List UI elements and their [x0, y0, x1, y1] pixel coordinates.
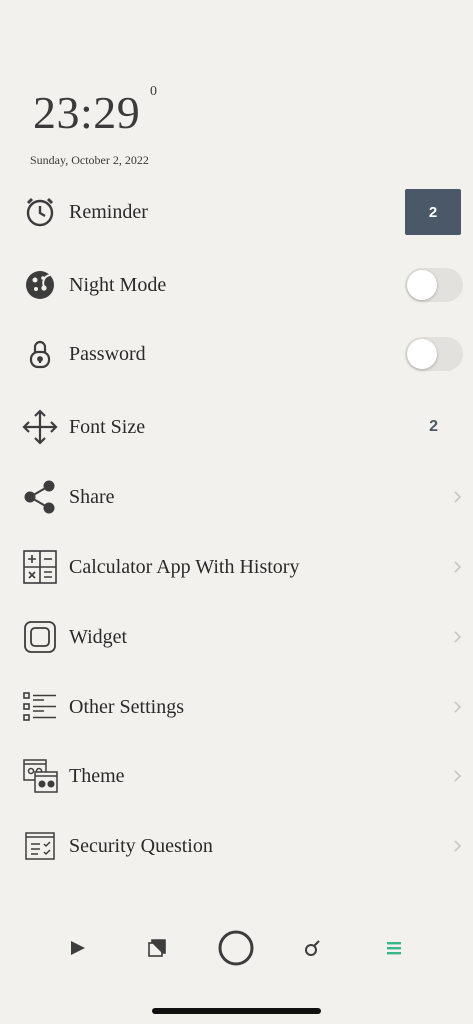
date-label: Sunday, October 2, 2022 [30, 153, 149, 167]
reminder-label: Reminder [69, 200, 148, 223]
play-icon[interactable] [48, 918, 108, 978]
other-settings-row[interactable]: Other Settings [0, 677, 473, 737]
share-row[interactable]: Share [0, 467, 473, 527]
font-size-label: Font Size [69, 415, 146, 438]
copy-icon[interactable] [127, 918, 187, 978]
alarm-clock-icon [22, 194, 58, 230]
settings-screen: 23:29 0 Sunday, October 2, 2022 Reminder… [0, 0, 473, 1024]
clock-time: 23:29 [33, 87, 141, 138]
night-mode-toggle[interactable] [405, 268, 463, 302]
reminder-row[interactable]: Reminder 2 [0, 182, 473, 242]
bottom-navigation [0, 918, 473, 978]
chevron-right-icon [454, 701, 462, 713]
toggle-knob [407, 339, 437, 369]
night-mode-row[interactable]: Night Mode [0, 255, 473, 315]
widget-icon [22, 619, 58, 655]
theme-label: Theme [69, 764, 125, 787]
font-size-row[interactable]: Font Size 2 [0, 397, 473, 457]
circle-icon[interactable] [206, 918, 266, 978]
calculator-icon [22, 549, 58, 585]
security-checklist-icon [22, 828, 58, 864]
theme-icon [22, 758, 58, 794]
widget-row[interactable]: Widget [0, 607, 473, 667]
password-row[interactable]: Password [0, 324, 473, 384]
theme-row[interactable]: Theme [0, 746, 473, 806]
clock-superscript: 0 [150, 84, 157, 99]
toggle-knob [407, 270, 437, 300]
night-mode-label: Night Mode [69, 273, 167, 296]
font-size-value: 2 [429, 418, 438, 435]
chevron-right-icon [454, 840, 462, 852]
other-settings-label: Other Settings [69, 695, 184, 718]
chevron-right-icon [454, 491, 462, 503]
key-icon[interactable] [283, 918, 343, 978]
chevron-right-icon [454, 631, 462, 643]
share-icon [22, 479, 58, 515]
lock-icon [22, 336, 58, 372]
security-question-label: Security Question [69, 834, 213, 857]
calculator-row[interactable]: Calculator App With History [0, 537, 473, 597]
share-label: Share [69, 485, 115, 508]
widget-label: Widget [69, 625, 128, 648]
chevron-right-icon [454, 770, 462, 782]
password-label: Password [69, 342, 146, 365]
password-toggle[interactable] [405, 337, 463, 371]
home-indicator[interactable] [152, 1008, 321, 1014]
chevron-right-icon [454, 561, 462, 573]
calculator-label: Calculator App With History [69, 555, 300, 578]
menu-icon[interactable] [364, 918, 424, 978]
moon-cookie-icon [22, 267, 58, 303]
security-question-row[interactable]: Security Question [0, 816, 473, 876]
reminder-count-badge[interactable]: 2 [405, 189, 461, 235]
move-arrows-icon [22, 409, 58, 445]
list-settings-icon [22, 689, 58, 725]
